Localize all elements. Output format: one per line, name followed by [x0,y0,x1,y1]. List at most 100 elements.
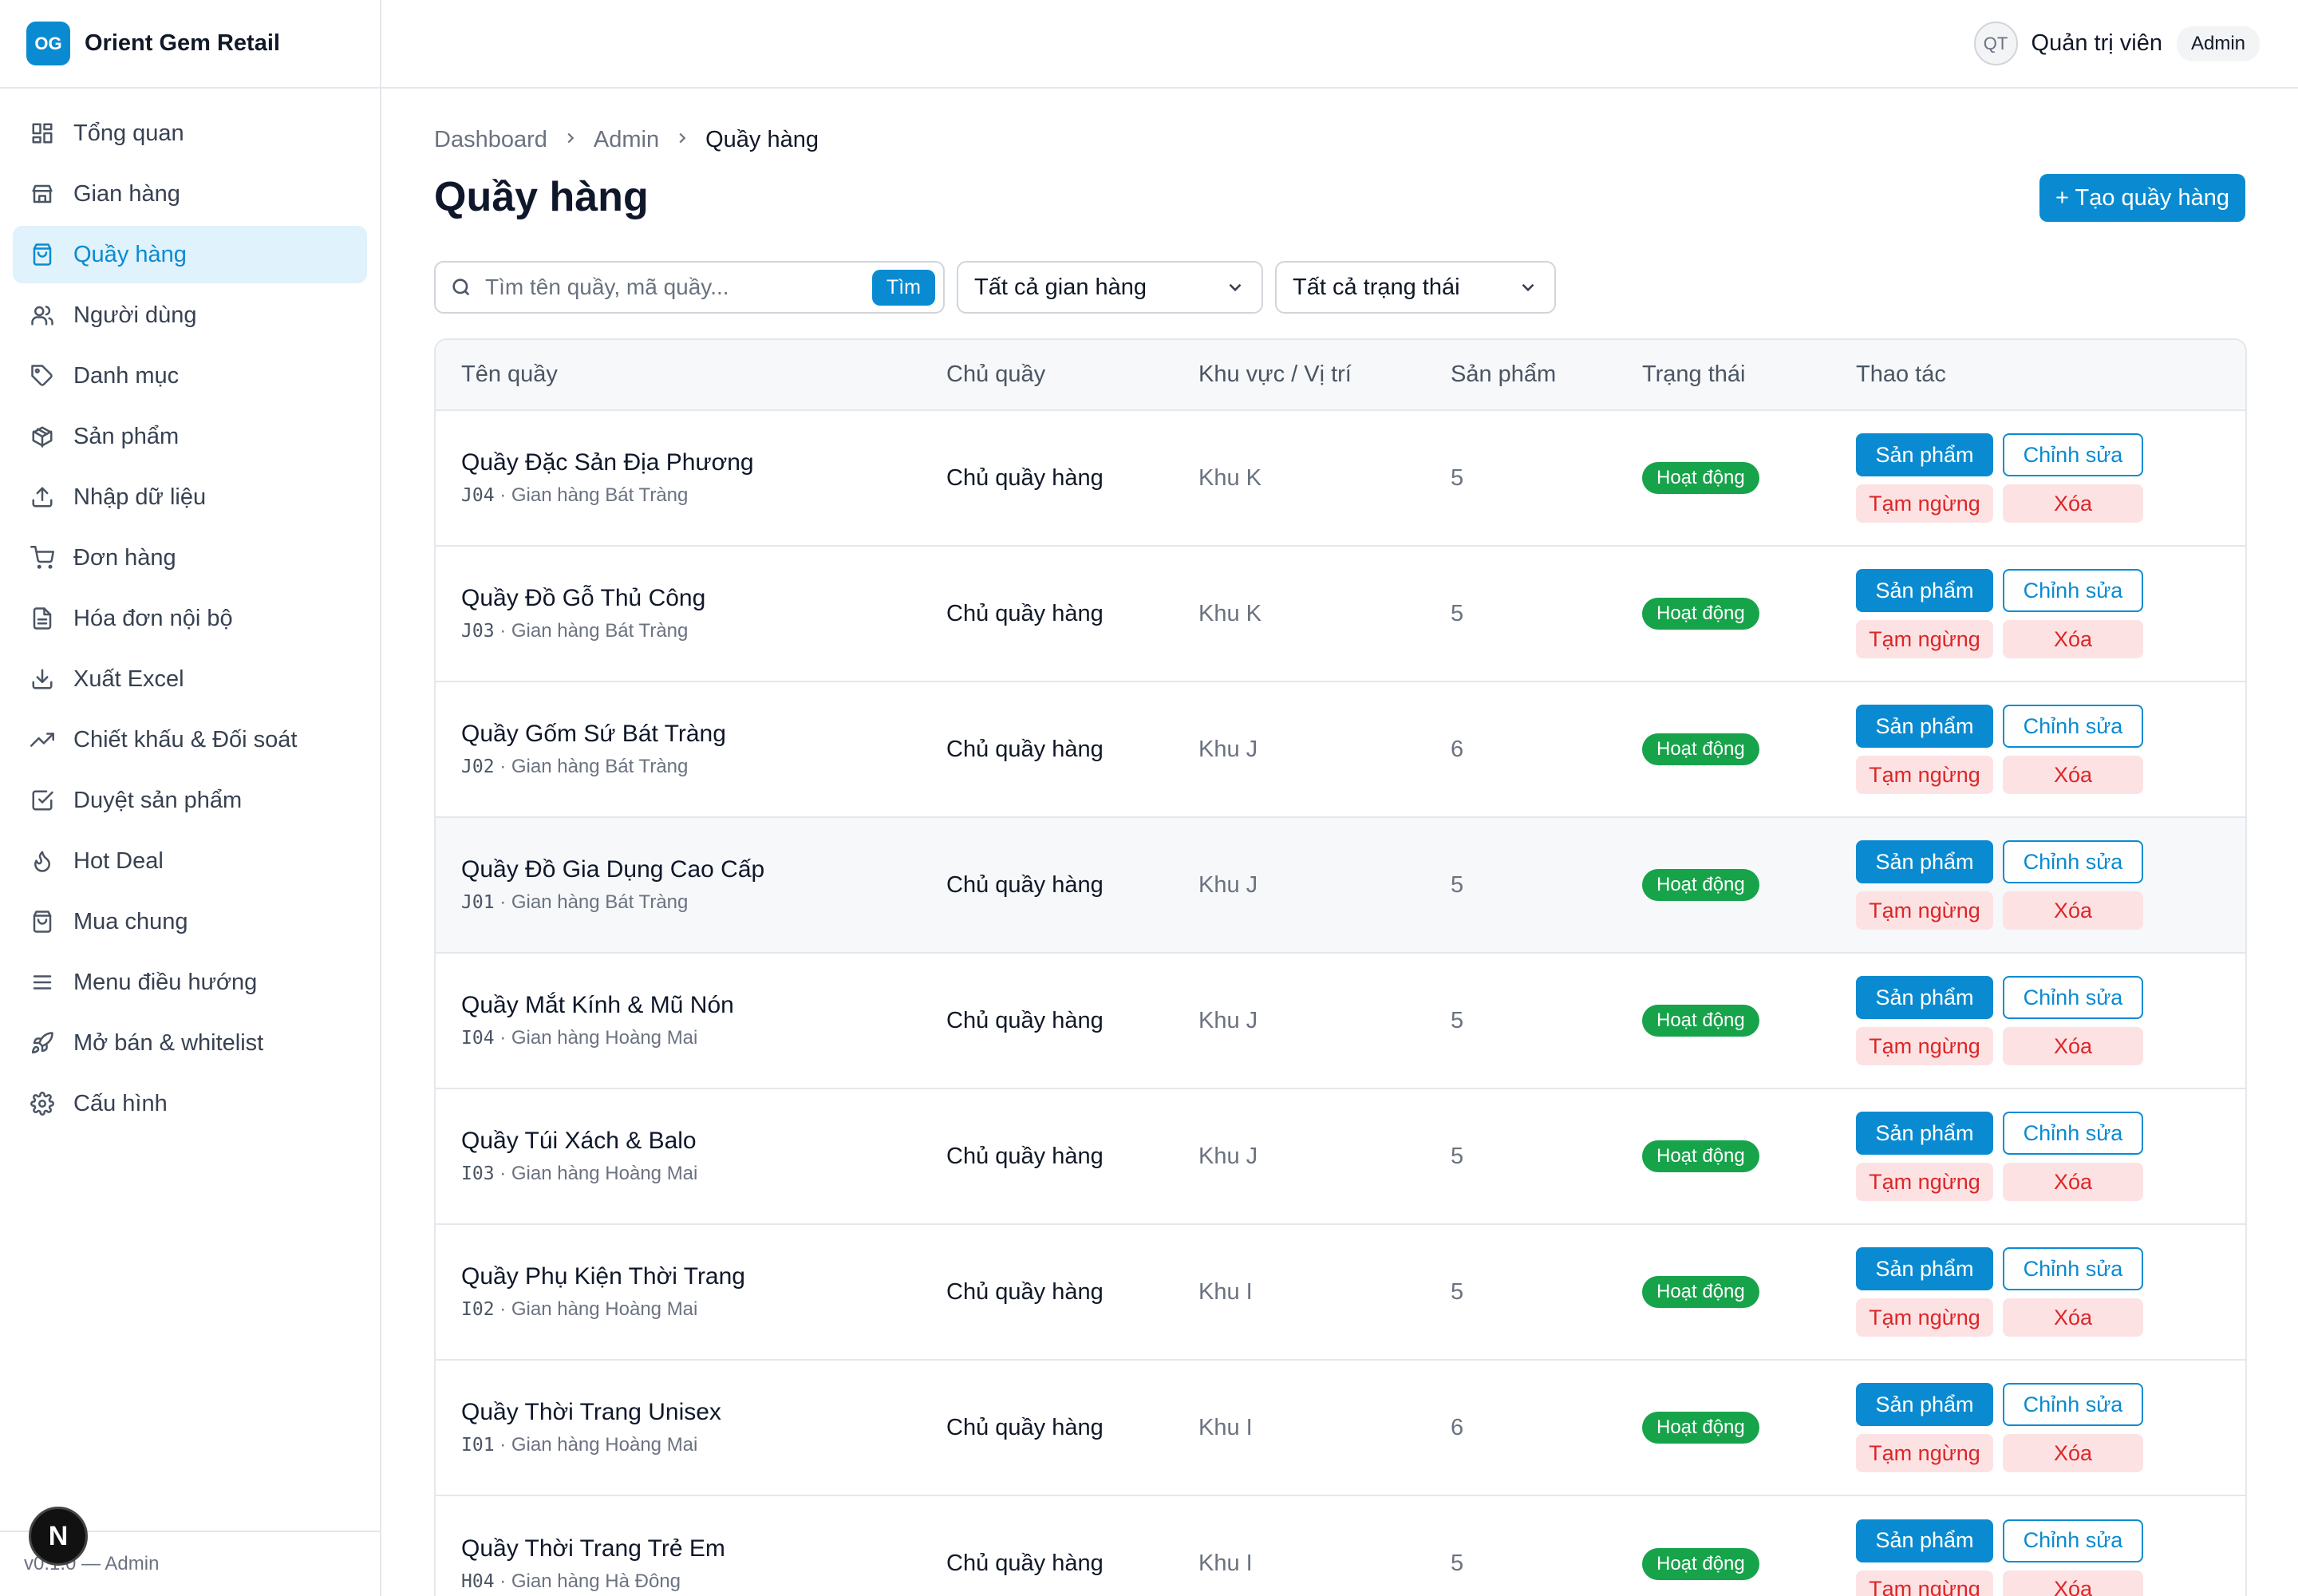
products-button[interactable]: Sản phẩm [1856,705,1993,748]
sidebar-item-6[interactable]: Sản phẩm [13,408,367,465]
edit-button[interactable]: Chỉnh sửa [2003,1383,2143,1426]
sidebar-item-label: Xuất Excel [73,666,184,692]
sidebar-item-11[interactable]: Chiết khấu & Đối soát [13,711,367,768]
sidebar-item-17[interactable]: Cấu hình [13,1075,367,1132]
edit-button[interactable]: Chỉnh sửa [2003,840,2143,883]
sidebar-item-4[interactable]: Người dùng [13,286,367,344]
table-row[interactable]: Quầy Mắt Kính & Mũ Nón I04 · Gian hàng Ho… [436,953,2245,1088]
products-button[interactable]: Sản phẩm [1856,1247,1993,1290]
products-button[interactable]: Sản phẩm [1856,1112,1993,1155]
sidebar-item-12[interactable]: Duyệt sản phẩm [13,772,367,829]
products-button[interactable]: Sản phẩm [1856,976,1993,1019]
delete-button[interactable]: Xóa [2003,1434,2143,1472]
counter-store: · Gian hàng Bát Tràng [494,891,689,913]
edit-button[interactable]: Chỉnh sửa [2003,433,2143,476]
breadcrumb-admin[interactable]: Admin [594,127,659,153]
cell-owner: Chủ quầy hàng [946,464,1104,491]
bag-icon [33,911,52,933]
edit-button[interactable]: Chỉnh sửa [2003,1112,2143,1155]
avatar[interactable]: QT [1973,22,2018,65]
breadcrumb-current: Quầy hàng [705,127,819,152]
edit-button[interactable]: Chỉnh sửa [2003,1519,2143,1562]
counter-name[interactable]: Quầy Đồ Gỗ Thủ Công [461,585,921,612]
search-button[interactable]: Tìm [871,269,935,306]
sidebar-item-2[interactable]: Gian hàng [13,165,367,223]
sidebar-item-label: Nhập dữ liệu [73,484,207,510]
search-input[interactable]: Tìm tên quầy, mã quầy... [485,275,872,300]
counter-name[interactable]: Quầy Đồ Gia Dụng Cao Cấp [461,856,921,883]
pause-button[interactable]: Tạm ngừng [1856,484,1993,523]
rocket-icon [31,1032,53,1054]
cell-status: Hoạt động [1617,817,1830,953]
sidebar-item-3[interactable]: Quầy hàng [13,226,367,283]
edit-button[interactable]: Chỉnh sửa [2003,569,2143,612]
delete-button[interactable]: Xóa [2003,1570,2143,1596]
breadcrumb-dashboard[interactable]: Dashboard [434,127,547,153]
edit-button[interactable]: Chỉnh sửa [2003,1247,2143,1290]
delete-button[interactable]: Xóa [2003,1298,2143,1337]
brand[interactable]: OG Orient Gem Retail [0,0,380,89]
cell-actions: Sản phẩm Chỉnh sửa Tạm ngừng Xóa [1830,817,2245,953]
delete-button[interactable]: Xóa [2003,1163,2143,1201]
counter-meta: J04 · Gian hàng Bát Tràng [461,484,921,507]
sidebar-item-7[interactable]: Nhập dữ liệu [13,468,367,526]
pause-button[interactable]: Tạm ngừng [1856,891,1993,930]
sidebar-item-label: Hóa đơn nội bộ [73,605,233,631]
delete-button[interactable]: Xóa [2003,1027,2143,1065]
status-badge: Hoạt động [1642,1005,1759,1037]
table-row[interactable]: Quầy Túi Xách & Balo I03 · Gian hàng Hoàn… [436,1088,2245,1224]
table-row[interactable]: Quầy Đồ Gỗ Thủ Công J03 · Gian hàng Bát T… [436,546,2245,681]
counter-name[interactable]: Quầy Đặc Sản Địa Phương [461,449,921,476]
pause-button[interactable]: Tạm ngừng [1856,1434,1993,1472]
sidebar-item-10[interactable]: Xuất Excel [13,650,367,708]
status-badge: Hoạt động [1642,1547,1759,1580]
table-row[interactable]: Quầy Gốm Sứ Bát Tràng J02 · Gian hàng Bát… [436,681,2245,817]
products-button[interactable]: Sản phẩm [1856,433,1993,476]
counter-store: · Gian hàng Bát Tràng [494,756,689,777]
search-box[interactable]: Tìm tên quầy, mã quầy... Tìm [434,261,945,314]
sidebar-item-8[interactable]: Đơn hàng [13,529,367,587]
counter-name[interactable]: Quầy Gốm Sứ Bát Tràng [461,721,921,748]
cell-products: 5 [1451,1007,1464,1033]
sidebar-item-16[interactable]: Mở bán & whitelist [13,1014,367,1072]
products-button[interactable]: Sản phẩm [1856,1519,1993,1562]
counter-name[interactable]: Quầy Thời Trang Unisex [461,1399,921,1426]
store-select[interactable]: Tất cả gian hàng [957,261,1263,314]
sidebar-item-5[interactable]: Danh mục [13,347,367,405]
table-row[interactable]: Quầy Đặc Sản Địa Phương J04 · Gian hàng B… [436,410,2245,546]
sidebar-item-15[interactable]: Menu điều hướng [13,954,367,1011]
dev-tools-badge[interactable]: N [29,1507,88,1566]
pause-button[interactable]: Tạm ngừng [1856,1163,1993,1201]
user-name[interactable]: Quản trị viên [2031,30,2162,57]
pause-button[interactable]: Tạm ngừng [1856,1027,1993,1065]
sidebar-item-1[interactable]: Tổng quan [13,105,367,162]
delete-button[interactable]: Xóa [2003,484,2143,523]
counter-name[interactable]: Quầy Phụ Kiện Thời Trang [461,1263,921,1290]
table-row[interactable]: Quầy Thời Trang Unisex I01 · Gian hàng Ho… [436,1360,2245,1495]
table-row[interactable]: Quầy Đồ Gia Dụng Cao Cấp J01 · Gian hàng … [436,817,2245,953]
sidebar-item-13[interactable]: Hot Deal [13,832,367,890]
create-counter-button[interactable]: + Tạo quầy hàng [2039,174,2245,222]
pause-button[interactable]: Tạm ngừng [1856,1298,1993,1337]
status-badge: Hoạt động [1642,869,1759,901]
products-button[interactable]: Sản phẩm [1856,1383,1993,1426]
pause-button[interactable]: Tạm ngừng [1856,620,1993,658]
edit-button[interactable]: Chỉnh sửa [2003,705,2143,748]
products-button[interactable]: Sản phẩm [1856,569,1993,612]
users-icon [31,306,53,326]
delete-button[interactable]: Xóa [2003,891,2143,930]
delete-button[interactable]: Xóa [2003,756,2143,794]
table-row[interactable]: Quầy Phụ Kiện Thời Trang I02 · Gian hàng … [436,1224,2245,1360]
counter-name[interactable]: Quầy Mắt Kính & Mũ Nón [461,992,921,1019]
counter-name[interactable]: Quầy Thời Trang Trẻ Em [461,1535,921,1562]
delete-button[interactable]: Xóa [2003,620,2143,658]
edit-button[interactable]: Chỉnh sửa [2003,976,2143,1019]
table-row[interactable]: Quầy Thời Trang Trẻ Em H04 · Gian hàng Hà… [436,1495,2245,1596]
counter-name[interactable]: Quầy Túi Xách & Balo [461,1128,921,1155]
status-select[interactable]: Tất cả trạng thái [1275,261,1556,314]
sidebar-item-9[interactable]: Hóa đơn nội bộ [13,590,367,647]
pause-button[interactable]: Tạm ngừng [1856,1570,1993,1596]
sidebar-item-14[interactable]: Mua chung [13,893,367,950]
products-button[interactable]: Sản phẩm [1856,840,1993,883]
pause-button[interactable]: Tạm ngừng [1856,756,1993,794]
